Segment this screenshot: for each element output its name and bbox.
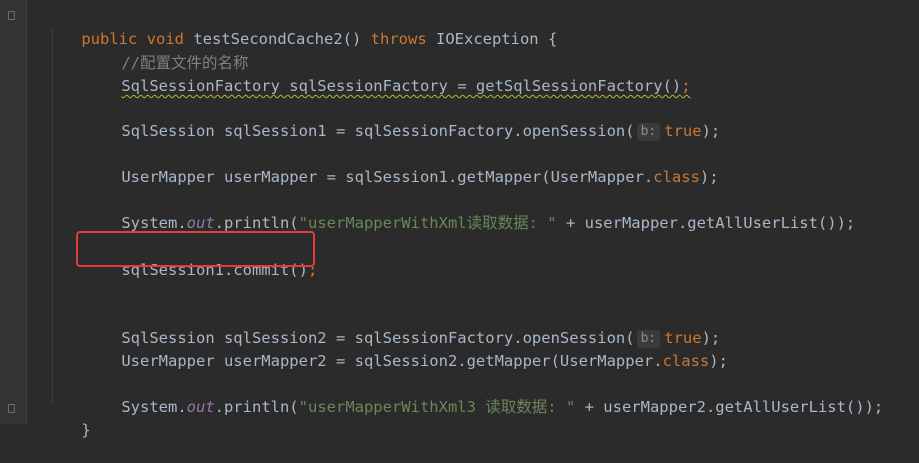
fold-marker-icon[interactable] bbox=[8, 11, 15, 20]
print2-println: .println( bbox=[214, 398, 299, 416]
print1-line[interactable]: System.out.println("userMapperWithXml读取数… bbox=[84, 190, 855, 232]
method-parens: () bbox=[342, 30, 371, 48]
keyword-class: class bbox=[662, 352, 710, 370]
mapper2-end: ); bbox=[709, 352, 728, 370]
mapper2-code: UserMapper userMapper2 = sqlSession2.get… bbox=[121, 352, 663, 370]
print2-string: "userMapperWithXml3 读取数据: " bbox=[298, 398, 576, 416]
print1-println: .println( bbox=[214, 214, 299, 232]
factory-line[interactable]: SqlSessionFactory sqlSessionFactory = ge… bbox=[84, 53, 690, 95]
print1-end: + userMapper.getAllUserList()); bbox=[556, 214, 856, 232]
print1-out: out bbox=[186, 214, 215, 232]
session1-end: ); bbox=[701, 122, 721, 140]
commit-highlight-box bbox=[76, 231, 315, 267]
session1-bool: true bbox=[664, 122, 702, 140]
factory-statement: SqlSessionFactory sqlSessionFactory = ge… bbox=[121, 77, 690, 95]
session1-line[interactable]: SqlSession sqlSession1 = sqlSessionFacto… bbox=[84, 98, 720, 141]
print1-system: System. bbox=[121, 214, 187, 232]
session1-code: SqlSession sqlSession1 = sqlSessionFacto… bbox=[121, 122, 635, 140]
print2-end: + userMapper2.getAllUserList()); bbox=[575, 398, 884, 416]
print2-line[interactable]: System.out.println("userMapperWithXml3 读… bbox=[84, 374, 883, 416]
indent-guide bbox=[52, 28, 53, 404]
code-editor[interactable]: public void testSecondCache2() throws IO… bbox=[0, 0, 919, 439]
mapper1-end: ); bbox=[699, 168, 719, 186]
print2-out: out bbox=[186, 398, 215, 416]
keyword-class: class bbox=[653, 168, 700, 186]
comment-line[interactable]: //配置文件的名称 bbox=[84, 30, 248, 72]
fold-marker-icon[interactable] bbox=[8, 404, 15, 413]
method-signature-line[interactable]: public void testSecondCache2() throws IO… bbox=[44, 6, 557, 48]
print1-string: "userMapperWithXml读取数据: " bbox=[298, 214, 557, 232]
session2-line[interactable]: SqlSession sqlSession2 = sqlSessionFacto… bbox=[84, 305, 720, 348]
print2-system: System. bbox=[121, 398, 187, 416]
editor-gutter bbox=[0, 0, 27, 424]
factory-semicolon: ; bbox=[681, 77, 691, 95]
mapper1-code: UserMapper userMapper = sqlSession1.getM… bbox=[121, 168, 654, 186]
mapper2-line[interactable]: UserMapper userMapper2 = sqlSession2.get… bbox=[84, 328, 728, 370]
mapper1-line[interactable]: UserMapper userMapper = sqlSession1.getM… bbox=[84, 144, 718, 186]
param-hint-badge: b: bbox=[636, 123, 661, 141]
exception-type: IOException { bbox=[426, 30, 558, 48]
keyword-throws: throws bbox=[370, 30, 427, 48]
closing-brace-line[interactable]: } bbox=[44, 397, 90, 439]
factory-code: SqlSessionFactory sqlSessionFactory = ge… bbox=[121, 77, 682, 95]
